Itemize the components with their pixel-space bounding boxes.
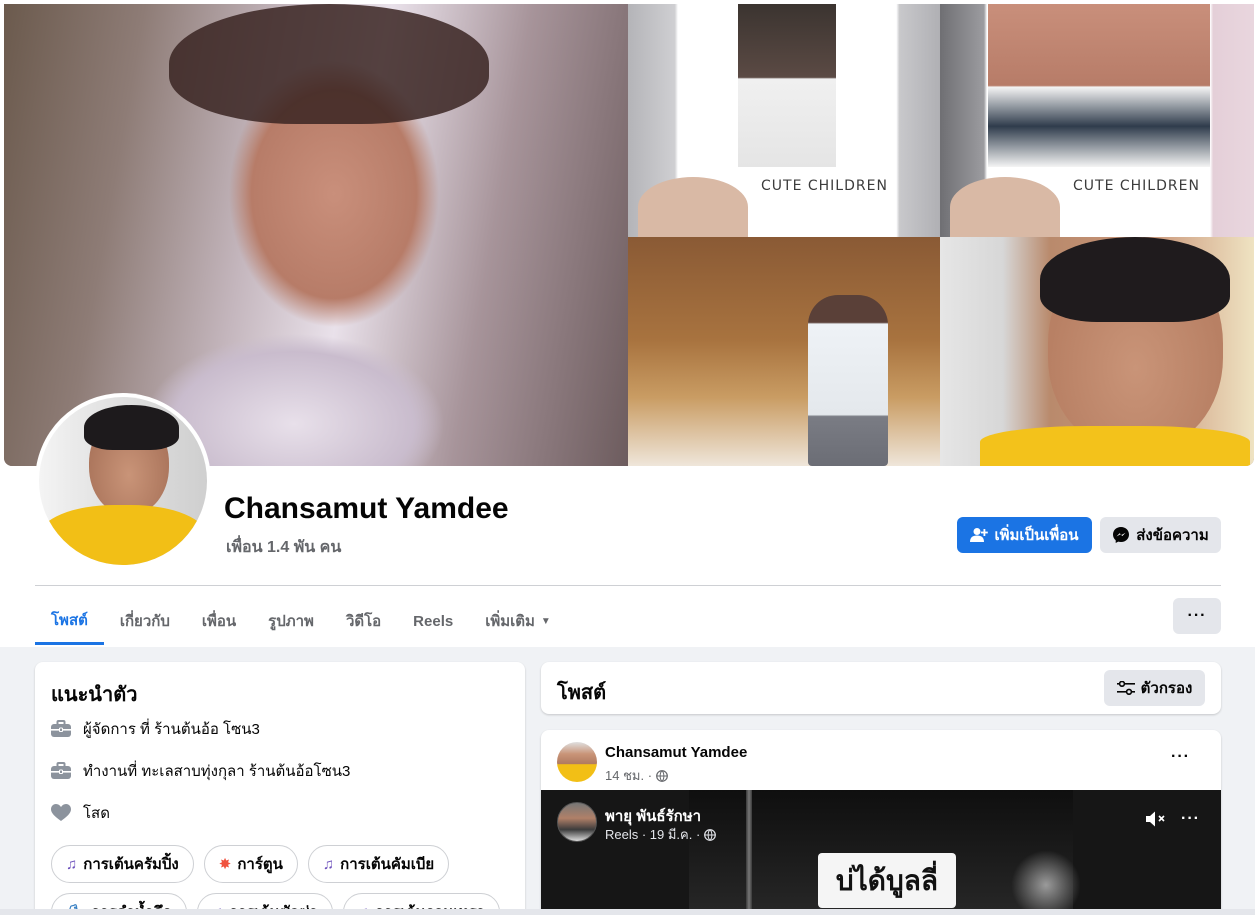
boom-icon: ✸ xyxy=(218,856,232,873)
hobby-chip[interactable]: ♫ การเต้นครัมปิ้ง xyxy=(51,845,194,883)
send-message-button[interactable]: ส่งข้อความ xyxy=(1100,517,1221,553)
intro-title: แนะนำตัว xyxy=(51,684,138,706)
caret-down-icon: ▼ xyxy=(540,615,551,627)
messenger-icon xyxy=(1113,527,1130,543)
globe-icon xyxy=(704,828,717,841)
intro-relationship-row: โสด xyxy=(51,801,110,825)
cover-tile-bottom-left xyxy=(628,237,940,466)
hobby-chip[interactable]: ♫ การเต้นคัมเบีย xyxy=(307,845,450,883)
header-divider xyxy=(35,585,1221,586)
filter-icon xyxy=(1116,681,1135,695)
reel-options-button[interactable]: ··· xyxy=(1181,810,1200,828)
reel-controls: ··· xyxy=(1145,810,1200,828)
cover-tile-caption: CUTE CHILDREN xyxy=(1073,178,1200,194)
briefcase-icon xyxy=(51,761,71,781)
profile-tabs: โพสต์ เกี่ยวกับ เพื่อน รูปภาพ วิดีโอ Ree… xyxy=(35,597,567,647)
tab-posts[interactable]: โพสต์ xyxy=(35,597,104,645)
send-message-label: ส่งข้อความ xyxy=(1136,527,1209,544)
filter-label: ตัวกรอง xyxy=(1140,680,1193,697)
add-friend-button[interactable]: เพิ่มเป็นเพื่อน xyxy=(957,517,1092,553)
tab-more[interactable]: เพิ่มเติม ▼ xyxy=(469,597,567,645)
intro-work-row: ผู้จัดการ ที่ ร้านต้นอ้อ โซน3 xyxy=(51,717,260,741)
add-friend-icon xyxy=(970,528,989,542)
tab-videos[interactable]: วิดีโอ xyxy=(330,597,397,645)
music-note-icon: ♫ xyxy=(66,855,78,873)
briefcase-icon xyxy=(51,719,71,739)
reel-meta: Reels · 19 มี.ค. · xyxy=(605,824,717,845)
reel-meta-text: Reels · 19 มี.ค. · xyxy=(605,827,701,842)
globe-icon xyxy=(656,769,668,782)
avatar xyxy=(39,397,207,565)
profile-more-button[interactable]: ··· xyxy=(1173,598,1221,634)
filter-button[interactable]: ตัวกรอง xyxy=(1104,670,1205,706)
cover-tile-bottom-right xyxy=(940,237,1254,466)
cover-tile-caption: CUTE CHILDREN xyxy=(761,178,888,194)
intro-workplace-row: ทำงานที่ ทะเลสาบทุ่งกุลา ร้านต้นอ้อโซน3 xyxy=(51,759,350,783)
cover-tile-top-right: CUTE CHILDREN xyxy=(940,4,1254,237)
heart-icon xyxy=(51,803,71,823)
post-card: Chansamut Yamdee 14 ชม. · ··· พายุ พันธ์… xyxy=(541,730,1221,915)
post-author-name[interactable]: Chansamut Yamdee xyxy=(605,744,747,761)
hobby-chip[interactable]: ✸ การ์ตูน xyxy=(203,845,298,883)
intro-relationship-text: โสด xyxy=(83,805,110,822)
tab-reels[interactable]: Reels xyxy=(397,597,469,645)
post-options-button[interactable]: ··· xyxy=(1171,748,1190,766)
profile-avatar[interactable] xyxy=(35,393,211,569)
intro-card: แนะนำตัว ผู้จัดการ ที่ ร้านต้นอ้อ โซน3 ท… xyxy=(35,662,525,915)
post-meta: 14 ชม. · xyxy=(605,765,668,786)
profile-header: CUTE CHILDREN CUTE CHILDREN Chansamut Ya… xyxy=(0,0,1255,647)
scroll-edge xyxy=(0,909,1255,915)
intro-work-text: ผู้จัดการ ที่ ร้านต้นอ้อ โซน3 xyxy=(83,721,260,738)
intro-workplace-text: ทำงานที่ ทะเลสาบทุ่งกุลา ร้านต้นอ้อโซน3 xyxy=(83,763,351,780)
cover-photo[interactable]: CUTE CHILDREN CUTE CHILDREN xyxy=(4,4,1254,466)
reel-author-avatar[interactable] xyxy=(557,802,597,842)
posts-title: โพสต์ xyxy=(557,682,607,704)
tab-photos[interactable]: รูปภาพ xyxy=(252,597,330,645)
hobbies-list: ♫ การเต้นครัมปิ้ง ✸ การ์ตูน ♫ การเต้นคัมเบี… xyxy=(51,845,511,915)
music-note-icon: ♫ xyxy=(322,855,335,873)
tab-about[interactable]: เกี่ยวกับ xyxy=(104,597,186,645)
add-friend-label: เพิ่มเป็นเพื่อน xyxy=(994,527,1079,544)
tab-friends[interactable]: เพื่อน xyxy=(186,597,252,645)
friends-count[interactable]: เพื่อน 1.4 พัน คน xyxy=(226,535,341,560)
cover-tile-top-left: CUTE CHILDREN xyxy=(628,4,940,237)
posts-header-card: โพสต์ ตัวกรอง xyxy=(541,662,1221,714)
mute-icon[interactable] xyxy=(1145,810,1167,828)
reel-video[interactable]: พายุ พันธ์รักษา Reels · 19 มี.ค. · ··· บ… xyxy=(541,790,1221,915)
profile-name[interactable]: Chansamut Yamdee xyxy=(224,492,509,526)
post-time[interactable]: 14 ชม. · xyxy=(605,765,652,786)
post-author-avatar[interactable] xyxy=(557,742,597,782)
reel-caption: บ่ได้บูลลี่ xyxy=(818,853,956,908)
